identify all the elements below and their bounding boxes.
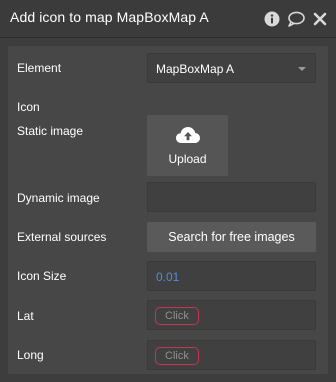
property-editor-panel: Add icon to map MapBoxMap A Element MapB… [0,0,336,382]
long-field[interactable]: Click [147,340,316,370]
search-free-images-button[interactable]: Search for free images [147,222,316,252]
close-icon[interactable] [311,10,329,28]
comment-icon[interactable] [287,10,305,28]
external-sources-label: External sources [17,230,107,244]
icon-label: Icon [17,100,40,114]
window-title: Add icon to map MapBoxMap A [10,9,209,25]
element-dropdown-value: MapBoxMap A [156,62,235,76]
upload-button[interactable]: Upload [147,115,228,176]
dynamic-image-label: Dynamic image [17,191,100,205]
cloud-upload-icon [176,127,200,143]
long-label: Long [17,348,44,362]
title-bar: Add icon to map MapBoxMap A [0,0,336,38]
static-image-label: Static image [17,124,84,138]
upload-button-label: Upload [168,152,207,166]
title-actions [263,10,329,28]
icon-size-label: Icon Size [17,269,67,283]
info-icon[interactable] [263,10,281,28]
dynamic-image-field[interactable] [147,182,316,212]
lat-field[interactable]: Click [147,300,316,330]
lat-click-chip[interactable]: Click [155,307,199,325]
icon-size-input[interactable]: 0.01 [147,261,316,291]
icon-size-value: 0.01 [156,270,180,284]
properties-body: Element MapBoxMap A Icon Static image Up… [8,46,328,374]
long-click-chip[interactable]: Click [155,347,199,365]
chevron-down-icon [298,67,306,71]
lat-label: Lat [17,309,34,323]
element-dropdown[interactable]: MapBoxMap A [147,53,316,83]
element-label: Element [17,61,62,75]
